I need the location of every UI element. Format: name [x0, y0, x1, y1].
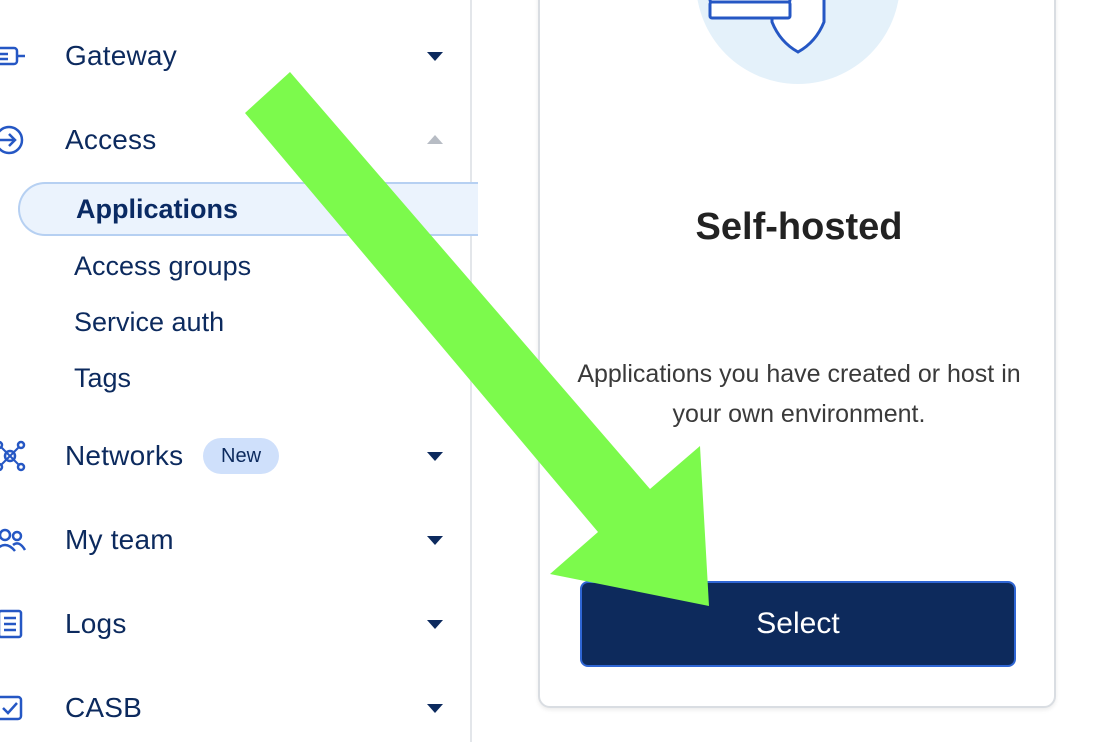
sidebar: Gateway Access Applications Access group… — [0, 0, 478, 742]
access-icon — [0, 120, 30, 160]
sidebar-subitem-access-groups[interactable]: Access groups — [18, 239, 478, 293]
nav-item-casb[interactable]: CASB — [0, 678, 470, 738]
new-badge: New — [203, 438, 280, 474]
nav-item-gateway[interactable]: Gateway — [0, 26, 470, 86]
sidebar-subitem-applications[interactable]: Applications — [18, 182, 478, 236]
nav-item-access[interactable]: Access — [0, 110, 470, 170]
self-hosted-card: Self-hosted Applications you have create… — [538, 0, 1056, 708]
sub-label-tags: Tags — [74, 362, 132, 393]
chevron-down-icon[interactable] — [424, 529, 446, 551]
chevron-down-icon[interactable] — [424, 45, 446, 67]
nav-label-gateway: Gateway — [65, 40, 177, 71]
nav-label-networks: Networks — [65, 440, 184, 471]
logs-icon — [0, 604, 30, 644]
nav-label-my-team: My team — [65, 524, 174, 555]
chevron-up-icon[interactable] — [424, 129, 446, 151]
casb-icon — [0, 688, 30, 728]
team-icon — [0, 520, 30, 560]
chevron-down-icon[interactable] — [424, 613, 446, 635]
nav-label-logs: Logs — [65, 608, 127, 639]
nav-item-my-team[interactable]: My team — [0, 510, 470, 570]
nav-label-access: Access — [65, 124, 157, 155]
sub-label-applications: Applications — [76, 193, 239, 224]
nav-item-logs[interactable]: Logs — [0, 594, 470, 654]
card-description: Applications you have created or host in… — [577, 360, 1021, 428]
page: Gateway Access Applications Access group… — [0, 0, 1098, 742]
networks-icon — [0, 436, 30, 476]
sidebar-subitem-service-auth[interactable]: Service auth — [18, 295, 478, 349]
shield-server-icon — [697, 0, 899, 84]
select-button[interactable]: Select — [580, 581, 1016, 667]
nav-label-casb: CASB — [65, 692, 143, 723]
card-title: Self-hosted — [695, 206, 903, 248]
sub-label-access-groups: Access groups — [74, 250, 252, 281]
chevron-down-icon[interactable] — [424, 445, 446, 467]
nav-item-networks[interactable]: Networks New — [0, 426, 470, 486]
gateway-icon — [0, 36, 30, 76]
sidebar-subitem-tags[interactable]: Tags — [18, 351, 478, 405]
sub-label-service-auth: Service auth — [74, 306, 225, 337]
chevron-down-icon[interactable] — [424, 697, 446, 719]
